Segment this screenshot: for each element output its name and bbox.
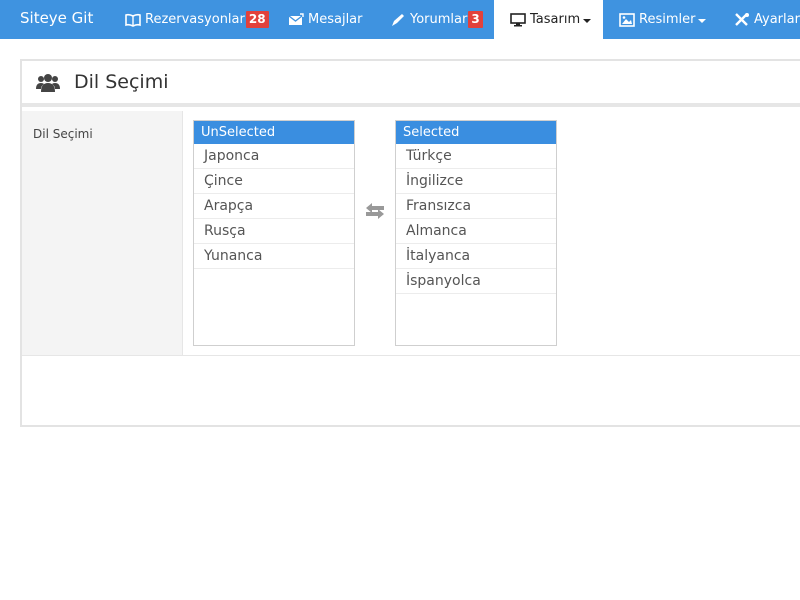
nav-item-tasarim[interactable]: Tasarım — [494, 0, 603, 39]
list-item[interactable]: Çince — [194, 169, 354, 194]
nav-label: Resimler — [639, 12, 696, 27]
nav-item-ayarlar[interactable]: Ayarlar — [734, 0, 800, 39]
list-item[interactable]: İspanyolca — [396, 269, 556, 294]
form-label-cell: Dil Seçimi — [22, 111, 183, 355]
comments-badge: 3 — [468, 11, 483, 28]
nav-item-resimler[interactable]: Resimler — [619, 0, 707, 39]
desktop-icon — [510, 12, 526, 26]
nav-label: Ayarlar — [754, 12, 800, 27]
panel-header: Dil Seçimi — [22, 61, 800, 107]
list-item[interactable]: Almanca — [396, 219, 556, 244]
nav-item-yorumlar[interactable]: Yorumlar 3 — [390, 0, 483, 39]
list-item[interactable]: Fransızca — [396, 194, 556, 219]
picture-icon — [619, 12, 635, 27]
list-item[interactable]: İtalyanca — [396, 244, 556, 269]
chevron-down-icon — [698, 18, 707, 23]
nav-label: Mesajlar — [308, 12, 363, 27]
brand-link[interactable]: Siteye Git — [20, 0, 93, 39]
envelope-icon — [288, 12, 304, 25]
list-item[interactable]: Türkçe — [396, 144, 556, 169]
reservations-badge: 28 — [245, 11, 269, 28]
selected-list-header: Selected — [396, 121, 556, 144]
form-label: Dil Seçimi — [33, 127, 93, 141]
page-title: Dil Seçimi — [74, 71, 169, 93]
book-icon — [125, 13, 141, 27]
language-panel: Dil Seçimi Dil Seçimi UnSelected Japonca… — [20, 59, 800, 427]
nav-label: Tasarım — [530, 12, 581, 27]
selected-list[interactable]: Selected Türkçe İngilizce Fransızca Alma… — [395, 120, 557, 346]
pencil-icon — [392, 13, 404, 26]
tools-icon — [735, 12, 749, 26]
top-navbar: Siteye Git Rezervasyonlar 28 Mesajlar Yo… — [0, 0, 800, 39]
nav-label: Yorumlar — [410, 12, 468, 27]
unselected-list-header: UnSelected — [194, 121, 354, 144]
list-item[interactable]: İngilizce — [396, 169, 556, 194]
chevron-down-icon — [583, 18, 592, 23]
list-item[interactable]: Rusça — [194, 219, 354, 244]
nav-item-mesajlar[interactable]: Mesajlar — [288, 0, 363, 39]
list-item[interactable]: Yunanca — [194, 244, 354, 269]
swap-arrows-icon[interactable] — [364, 202, 386, 220]
nav-item-rezervasyonlar[interactable]: Rezervasyonlar 28 — [125, 0, 269, 39]
users-icon — [36, 74, 60, 92]
unselected-list[interactable]: UnSelected Japonca Çince Arapça Rusça Yu… — [193, 120, 355, 346]
nav-label: Rezervasyonlar — [145, 12, 245, 27]
list-item[interactable]: Arapça — [194, 194, 354, 219]
list-item[interactable]: Japonca — [194, 144, 354, 169]
